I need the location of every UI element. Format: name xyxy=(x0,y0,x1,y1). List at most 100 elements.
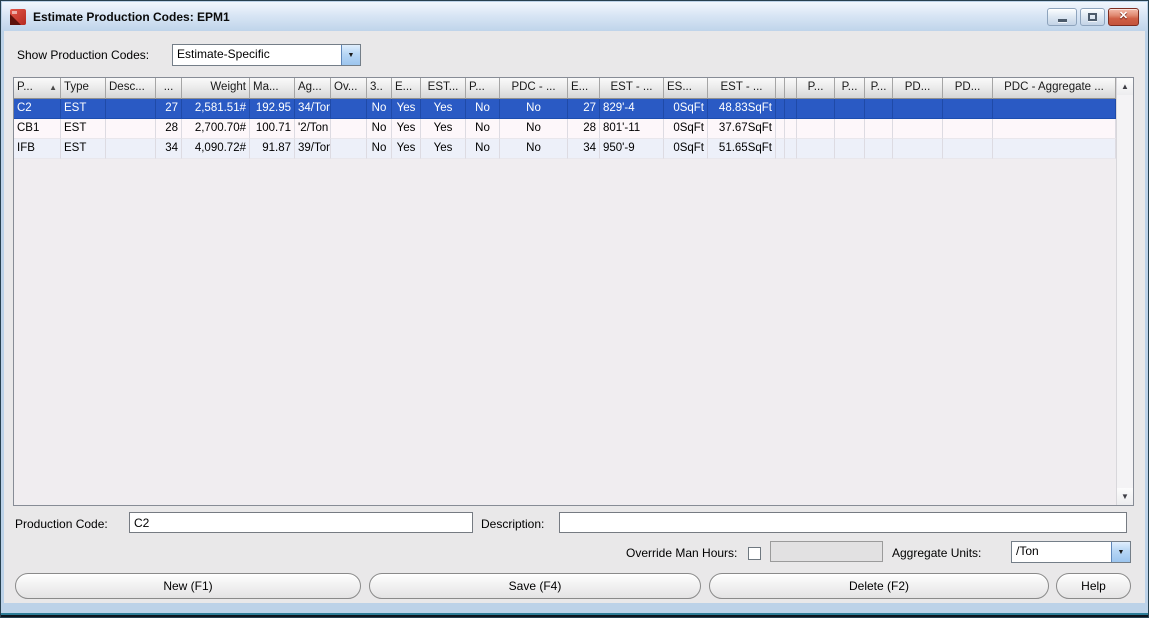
column-header[interactable]: PD... xyxy=(893,78,943,99)
minimize-icon xyxy=(1058,19,1067,22)
column-header[interactable]: P... xyxy=(865,78,893,99)
table-row[interactable]: C2EST272,581.51#192.9534/TonNoYesYesNoNo… xyxy=(14,99,1116,119)
cell: 27 xyxy=(568,99,600,119)
scroll-up-icon[interactable]: ▲ xyxy=(1117,78,1133,95)
close-button[interactable]: ✕ xyxy=(1108,8,1139,26)
cell xyxy=(797,119,835,139)
cell xyxy=(835,119,865,139)
column-header[interactable]: E... xyxy=(392,78,421,99)
chevron-down-icon[interactable]: ▼ xyxy=(341,45,360,65)
cell: 801'-11 xyxy=(600,119,664,139)
column-header-label xyxy=(779,78,781,98)
column-header[interactable]: Weight xyxy=(182,78,250,99)
maximize-button[interactable] xyxy=(1080,8,1105,26)
cell: 2,581.51# xyxy=(182,99,250,119)
column-header[interactable]: EST... xyxy=(421,78,466,99)
title-bar: Estimate Production Codes: EPM1 ✕ xyxy=(2,2,1147,31)
column-header-label: E... xyxy=(571,78,596,98)
cell: No xyxy=(500,99,568,119)
cell: Yes xyxy=(421,139,466,159)
production-codes-grid: P...▲TypeDesc......WeightMa...Ag...Ov...… xyxy=(13,77,1134,506)
cell: No xyxy=(466,119,500,139)
scroll-down-icon[interactable]: ▼ xyxy=(1117,488,1133,505)
chevron-down-icon[interactable]: ▼ xyxy=(1111,542,1130,562)
maximize-icon xyxy=(1088,13,1097,21)
cell xyxy=(993,119,1116,139)
cell: 91.87 xyxy=(250,139,295,159)
column-header[interactable]: P...▲ xyxy=(14,78,61,99)
production-code-label: Production Code: xyxy=(15,517,108,531)
cell xyxy=(993,99,1116,119)
cell: 950'-9 xyxy=(600,139,664,159)
cell: EST xyxy=(61,99,106,119)
cell xyxy=(106,139,156,159)
column-header[interactable] xyxy=(785,78,797,99)
new-button[interactable]: New (F1) xyxy=(15,573,361,599)
column-header-label: Ma... xyxy=(253,78,291,98)
column-header-label: 3.. xyxy=(370,78,388,98)
cell xyxy=(776,139,785,159)
cell: No xyxy=(466,99,500,119)
aggregate-units-value: /Ton xyxy=(1012,542,1111,562)
grid-empty-area xyxy=(14,159,1116,505)
cell xyxy=(106,119,156,139)
aggregate-units-select[interactable]: /Ton ▼ xyxy=(1011,541,1131,563)
column-header[interactable]: EST - ... xyxy=(708,78,776,99)
app-icon xyxy=(10,9,26,25)
table-row[interactable]: IFBEST344,090.72#91.8739/TonNoYesYesNoNo… xyxy=(14,139,1116,159)
column-header[interactable]: Ov... xyxy=(331,78,367,99)
save-button[interactable]: Save (F4) xyxy=(369,573,701,599)
cell: C2 xyxy=(14,99,61,119)
production-code-input[interactable] xyxy=(129,512,473,533)
column-header[interactable]: Type xyxy=(61,78,106,99)
column-header[interactable] xyxy=(776,78,785,99)
column-header[interactable]: P... xyxy=(835,78,865,99)
column-header-label: ES... xyxy=(667,78,704,98)
grid-header: P...▲TypeDesc......WeightMa...Ag...Ov...… xyxy=(14,78,1116,99)
cell xyxy=(785,139,797,159)
description-input[interactable] xyxy=(559,512,1127,533)
column-header-label: P... xyxy=(469,78,496,98)
cell xyxy=(797,99,835,119)
column-header[interactable]: P... xyxy=(466,78,500,99)
column-header[interactable]: 3.. xyxy=(367,78,392,99)
delete-button[interactable]: Delete (F2) xyxy=(709,573,1049,599)
column-header[interactable]: E... xyxy=(568,78,600,99)
cell: 48.83SqFt xyxy=(708,99,776,119)
scrollbar-track[interactable] xyxy=(1117,95,1133,488)
column-header[interactable]: ES... xyxy=(664,78,708,99)
column-header-label: Ov... xyxy=(334,78,363,98)
column-header[interactable]: Ma... xyxy=(250,78,295,99)
column-header[interactable]: PD... xyxy=(943,78,993,99)
cell: 27 xyxy=(156,99,182,119)
column-header[interactable]: Desc... xyxy=(106,78,156,99)
show-production-codes-select[interactable]: Estimate-Specific ▼ xyxy=(172,44,361,66)
cell: 2,700.70# xyxy=(182,119,250,139)
column-header-label: PDC - Aggregate ... xyxy=(996,78,1112,98)
vertical-scrollbar[interactable]: ▲ ▼ xyxy=(1116,78,1133,505)
column-header-label: ... xyxy=(159,78,178,98)
cell xyxy=(331,119,367,139)
cell xyxy=(835,139,865,159)
column-header[interactable]: PDC - ... xyxy=(500,78,568,99)
column-header[interactable]: ... xyxy=(156,78,182,99)
column-header[interactable]: PDC - Aggregate ... xyxy=(993,78,1116,99)
cell: 39/Ton xyxy=(295,139,331,159)
column-header[interactable]: Ag... xyxy=(295,78,331,99)
cell: CB1 xyxy=(14,119,61,139)
override-man-hours-checkbox[interactable] xyxy=(748,547,761,560)
cell: No xyxy=(367,99,392,119)
cell xyxy=(865,99,893,119)
column-header-label: P... xyxy=(838,78,861,98)
column-header-label: P... xyxy=(17,78,47,98)
cell xyxy=(776,119,785,139)
column-header-label: EST... xyxy=(424,78,462,98)
table-row[interactable]: CB1EST282,700.70#100.71'2/TonNoYesYesNoN… xyxy=(14,119,1116,139)
cell: 0SqFt xyxy=(664,99,708,119)
minimize-button[interactable] xyxy=(1047,8,1077,26)
close-icon: ✕ xyxy=(1119,11,1128,22)
column-header[interactable]: P... xyxy=(797,78,835,99)
help-button[interactable]: Help xyxy=(1056,573,1131,599)
cell: 34 xyxy=(568,139,600,159)
column-header[interactable]: EST - ... xyxy=(600,78,664,99)
